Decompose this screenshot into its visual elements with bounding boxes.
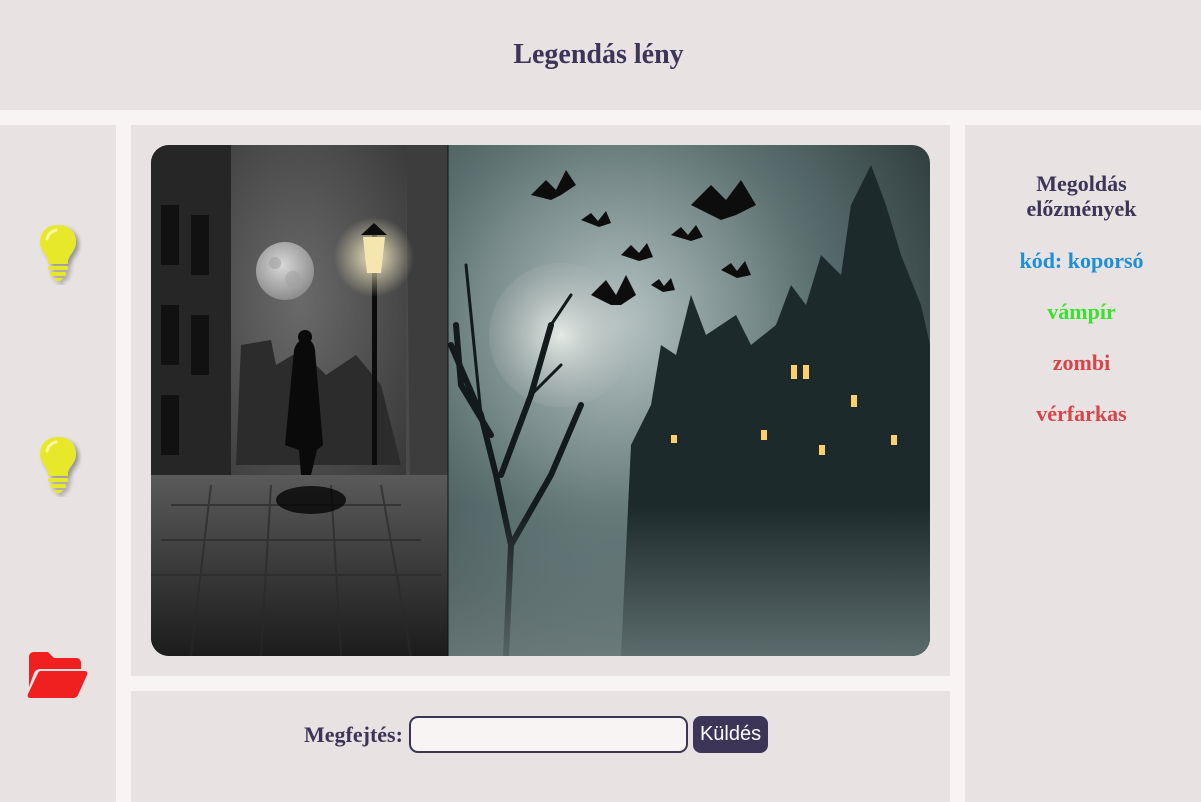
lightbulb-icon <box>40 437 76 493</box>
hint-button-1[interactable] <box>34 221 82 285</box>
history-title: Megoldás előzmények <box>1026 171 1137 221</box>
answer-input[interactable] <box>408 716 688 753</box>
puzzle-image <box>151 145 930 656</box>
answer-form: Megfejtés: Küldés <box>304 716 769 753</box>
history-item: zombi <box>1052 350 1111 375</box>
history-item: vérfarkas <box>1036 401 1127 426</box>
history-item: vámpír <box>1047 299 1116 324</box>
answer-label: Megfejtés: <box>304 721 403 747</box>
puzzle-image-panel <box>131 125 950 676</box>
answer-panel: Megfejtés: Küldés <box>131 691 950 802</box>
page-header: Legendás lény <box>0 0 1201 110</box>
lightbulb-icon <box>40 225 76 281</box>
hint-button-2[interactable] <box>34 433 82 497</box>
history-item: kód: koporsó <box>1019 248 1144 273</box>
left-sidebar <box>0 125 116 802</box>
open-folder-button[interactable] <box>26 649 88 701</box>
submit-button[interactable]: Küldés <box>692 716 769 753</box>
folder-open-icon <box>27 652 88 698</box>
page-title: Legendás lény <box>513 39 684 70</box>
solution-history-panel: Megoldás előzmények kód: koporsó vámpír … <box>965 125 1201 802</box>
